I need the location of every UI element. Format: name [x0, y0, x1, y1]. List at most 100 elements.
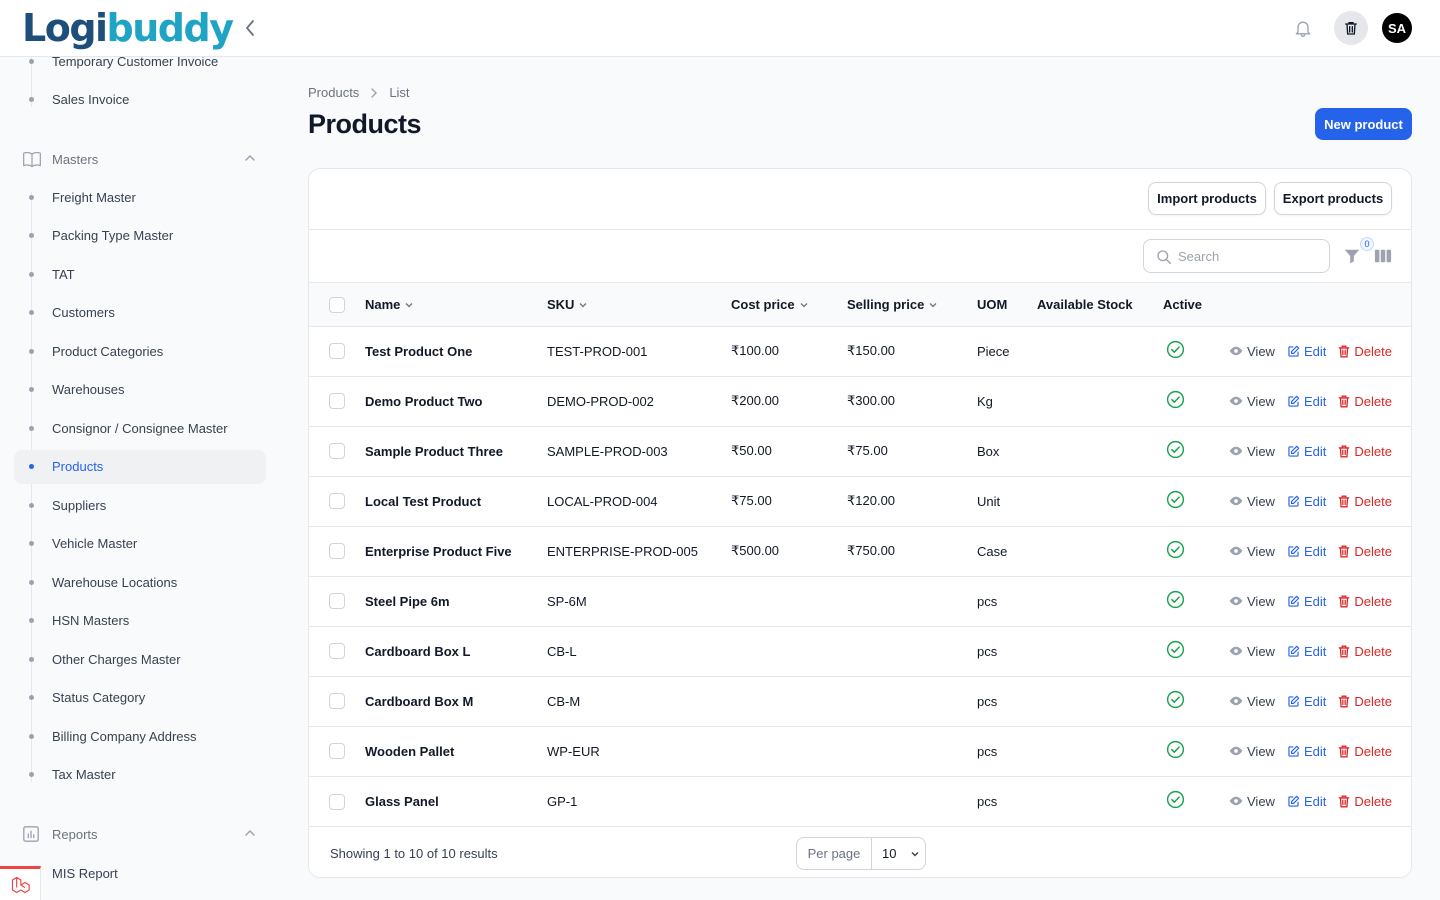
row-checkbox[interactable]	[329, 743, 345, 760]
select-all-checkbox[interactable]	[329, 296, 345, 313]
user-avatar[interactable]: SA	[1382, 13, 1412, 43]
breadcrumb-products-link[interactable]: Products	[308, 85, 359, 100]
search-input[interactable]	[1178, 248, 1318, 264]
delete-action[interactable]: Delete	[1338, 494, 1392, 509]
table-row[interactable]: Test Product One TEST-PROD-001 ₹100.00 ₹150…	[309, 326, 1411, 376]
delete-action[interactable]: Delete	[1338, 344, 1392, 359]
table-row[interactable]: Cardboard Box L CB-L pcs View Edit Delete	[309, 626, 1411, 676]
sidebar-item-suppliers[interactable]: Suppliers	[14, 488, 266, 522]
edit-action[interactable]: Edit	[1287, 444, 1326, 459]
sidebar-item-packing-type-master[interactable]: Packing Type Master	[14, 219, 266, 253]
table-row[interactable]: Steel Pipe 6m SP-6M pcs View Edit Delete	[309, 576, 1411, 626]
row-checkbox[interactable]	[329, 393, 345, 410]
sidebar-item-status-category[interactable]: Status Category	[14, 681, 266, 715]
delete-action[interactable]: Delete	[1338, 544, 1392, 559]
view-action[interactable]: View	[1229, 394, 1275, 409]
column-header-cost-price[interactable]: Cost price	[731, 283, 847, 326]
edit-action[interactable]: Edit	[1287, 344, 1326, 359]
row-checkbox[interactable]	[329, 543, 345, 560]
cell-name: Cardboard Box M	[365, 693, 474, 709]
edit-action[interactable]: Edit	[1287, 794, 1326, 809]
sidebar-item-sales-invoice[interactable]: Sales Invoice	[14, 82, 266, 116]
import-products-button[interactable]: Import products	[1148, 182, 1266, 215]
delete-action[interactable]: Delete	[1338, 794, 1392, 809]
row-checkbox[interactable]	[329, 793, 345, 810]
sidebar-item-warehouse-locations[interactable]: Warehouse Locations	[14, 565, 266, 599]
cell-selling-price: ₹75.00	[847, 443, 888, 458]
view-action[interactable]: View	[1229, 544, 1275, 559]
row-checkbox[interactable]	[329, 643, 345, 660]
edit-action[interactable]: Edit	[1287, 494, 1326, 509]
view-action[interactable]: View	[1229, 744, 1275, 759]
collapse-sidebar-button[interactable]	[240, 18, 260, 38]
trash-icon	[1338, 795, 1350, 808]
filter-icon[interactable]	[1343, 247, 1361, 265]
table-row[interactable]: Wooden Pallet WP-EUR pcs View Edit Delete	[309, 726, 1411, 776]
per-page-select[interactable]: Per page 10	[796, 837, 926, 870]
cell-cost-price: ₹75.00	[731, 493, 772, 508]
sidebar-item-product-categories[interactable]: Product Categories	[14, 334, 266, 368]
delete-action[interactable]: Delete	[1338, 744, 1392, 759]
sidebar-item-consignor-consignee-master[interactable]: Consignor / Consignee Master	[14, 411, 266, 445]
sidebar-item-label: Billing Company Address	[52, 728, 197, 744]
table-row[interactable]: Cardboard Box M CB-M pcs View Edit Delete	[309, 676, 1411, 726]
logibuddy-logo[interactable]: Logi buddy	[22, 6, 234, 50]
view-action[interactable]: View	[1229, 344, 1275, 359]
edit-action[interactable]: Edit	[1287, 544, 1326, 559]
row-checkbox[interactable]	[329, 443, 345, 460]
sidebar-item-other-charges-master[interactable]: Other Charges Master	[14, 642, 266, 676]
row-checkbox[interactable]	[329, 493, 345, 510]
table-row[interactable]: Demo Product Two DEMO-PROD-002 ₹200.00 ₹300…	[309, 376, 1411, 426]
cell-actions: View Edit Delete	[1229, 776, 1411, 826]
table-row[interactable]: Enterprise Product Five ENTERPRISE-PROD-0…	[309, 526, 1411, 576]
column-header-sku[interactable]: SKU	[547, 283, 731, 326]
table-row[interactable]: Sample Product Three SAMPLE-PROD-003 ₹50.0…	[309, 426, 1411, 476]
delete-action[interactable]: Delete	[1338, 444, 1392, 459]
edit-action[interactable]: Edit	[1287, 594, 1326, 609]
sidebar-item-tax-master[interactable]: Tax Master	[14, 758, 266, 792]
trash-button[interactable]	[1334, 11, 1368, 45]
sidebar-item-temporary-customer-invoice[interactable]: Temporary Customer Invoice	[14, 57, 266, 78]
table-row[interactable]: Local Test Product LOCAL-PROD-004 ₹75.00 ₹1…	[309, 476, 1411, 526]
edit-action[interactable]: Edit	[1287, 694, 1326, 709]
edit-action[interactable]: Edit	[1287, 644, 1326, 659]
laravel-debug-tab[interactable]	[0, 866, 41, 900]
sidebar-item-tat[interactable]: TAT	[14, 257, 266, 291]
chevron-down-icon	[800, 303, 808, 308]
edit-action[interactable]: Edit	[1287, 394, 1326, 409]
delete-action[interactable]: Delete	[1338, 594, 1392, 609]
column-header-name[interactable]: Name	[365, 283, 547, 326]
bullet	[29, 772, 34, 777]
sidebar-item-vehicle-master[interactable]: Vehicle Master	[14, 527, 266, 561]
view-action[interactable]: View	[1229, 444, 1275, 459]
delete-action[interactable]: Delete	[1338, 644, 1392, 659]
table-row[interactable]: Glass Panel GP-1 pcs View Edit Delete	[309, 776, 1411, 826]
column-header-selling-price[interactable]: Selling price	[847, 283, 977, 326]
view-action[interactable]: View	[1229, 494, 1275, 509]
row-checkbox[interactable]	[329, 693, 345, 710]
sidebar-item-billing-company-address[interactable]: Billing Company Address	[14, 719, 266, 753]
sidebar-group-masters[interactable]: Masters	[14, 142, 266, 176]
view-action[interactable]: View	[1229, 594, 1275, 609]
columns-icon[interactable]	[1374, 247, 1392, 265]
sidebar-item-customers[interactable]: Customers	[14, 296, 266, 330]
view-action[interactable]: View	[1229, 694, 1275, 709]
view-action[interactable]: View	[1229, 644, 1275, 659]
row-checkbox[interactable]	[329, 593, 345, 610]
delete-action[interactable]: Delete	[1338, 394, 1392, 409]
notifications-button[interactable]	[1286, 11, 1320, 45]
view-action[interactable]: View	[1229, 794, 1275, 809]
row-checkbox[interactable]	[329, 343, 345, 360]
check-circle-icon	[1166, 440, 1185, 459]
delete-action[interactable]: Delete	[1338, 694, 1392, 709]
sidebar-item-hsn-masters[interactable]: HSN Masters	[14, 604, 266, 638]
bullet	[29, 96, 34, 102]
new-product-button[interactable]: New product	[1315, 108, 1412, 140]
sidebar-group-reports[interactable]: Reports	[14, 817, 266, 851]
sidebar-item-mis-report[interactable]: MIS Report	[14, 856, 266, 890]
sidebar-item-freight-master[interactable]: Freight Master	[14, 180, 266, 214]
sidebar-item-products[interactable]: Products	[14, 449, 266, 484]
edit-action[interactable]: Edit	[1287, 744, 1326, 759]
export-products-button[interactable]: Export products	[1274, 182, 1392, 215]
sidebar-item-warehouses[interactable]: Warehouses	[14, 373, 266, 407]
